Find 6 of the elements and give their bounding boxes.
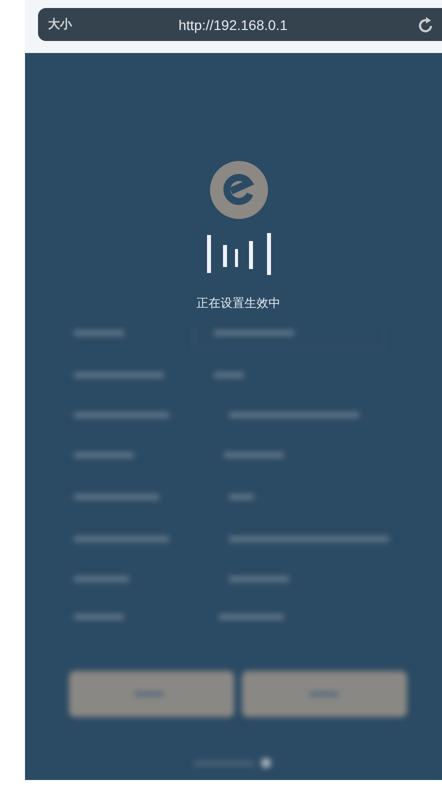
loading-bars-icon bbox=[204, 233, 272, 275]
reload-icon[interactable] bbox=[418, 16, 434, 34]
url-text[interactable]: http://192.168.0.1 bbox=[88, 16, 418, 32]
text-size-button[interactable]: 大小 bbox=[48, 16, 88, 33]
status-message: 正在设置生效中 bbox=[196, 295, 280, 312]
logo-icon bbox=[210, 161, 268, 219]
